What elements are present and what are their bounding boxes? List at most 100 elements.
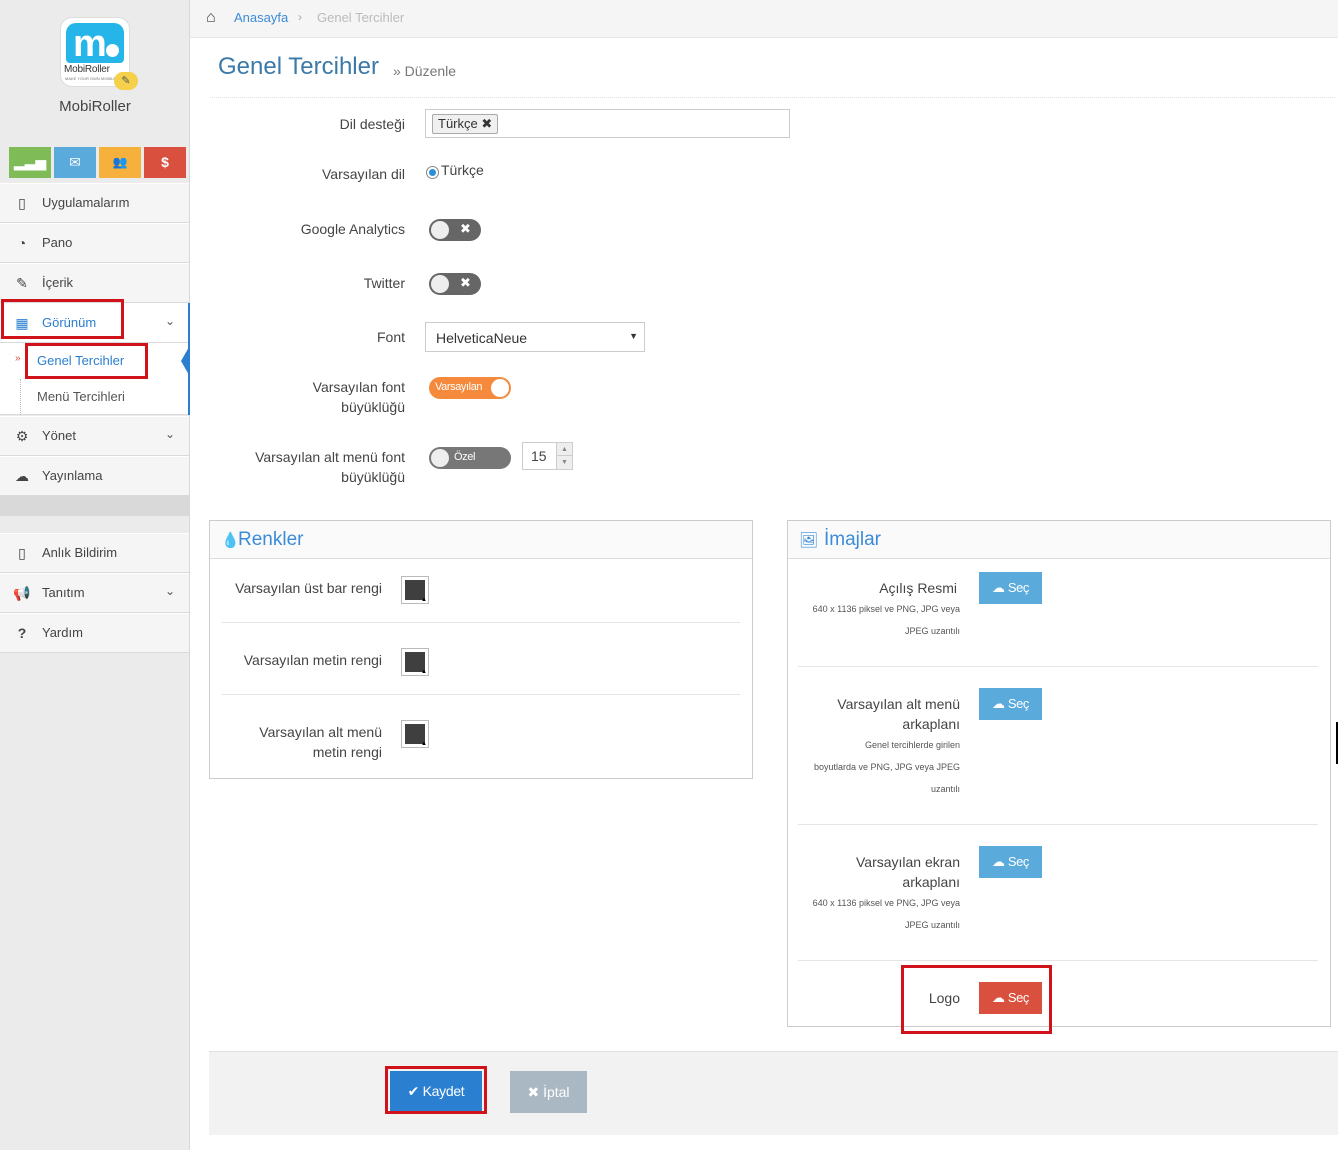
breadcrumb-separator: › <box>298 10 302 24</box>
sidebar-item-anlik-bildirim[interactable]: ▯ Anlık Bildirim <box>0 533 189 573</box>
toggle-text: Varsayılan <box>435 381 483 393</box>
highlight-box-logo <box>901 965 1052 1034</box>
language-support-input[interactable]: Türkçe ✖ <box>425 109 790 138</box>
cancel-button[interactable]: ✖ İptal <box>510 1071 587 1113</box>
sidebar-item-uygulamalarim[interactable]: ▯ Uygulamalarım <box>0 183 189 223</box>
toggle-text: Özel <box>454 451 476 463</box>
sidebar-item-yonet[interactable]: ⚙ Yönet ⌄ <box>0 416 189 456</box>
row-divider <box>798 824 1318 825</box>
sidebar-subitem-label: Menü Tercihleri <box>37 389 125 404</box>
caret-icon: ▲ <box>421 669 427 675</box>
font-select[interactable]: HelveticaNeue ▼ <box>425 322 645 352</box>
cloud-icon: ☁ <box>991 696 1005 711</box>
dollar-icon[interactable]: $ <box>144 147 186 178</box>
cloud-icon: ☁ <box>991 854 1005 869</box>
default-font-size-label-line1: Varsayılan font <box>312 379 405 395</box>
select-screen-bg-button[interactable]: ☁ Seç <box>979 846 1042 878</box>
sidebar-item-label: İçerik <box>42 275 74 290</box>
default-font-size-toggle[interactable]: Varsayılan <box>429 377 511 399</box>
sidebar-item-label: Yardım <box>42 625 83 640</box>
pencil-icon[interactable]: ✎ <box>114 72 138 90</box>
sidebar-subitem-menu-tercihleri[interactable]: Menü Tercihleri <box>0 379 189 415</box>
font-select-value: HelveticaNeue <box>436 330 528 346</box>
form-actions-bar <box>209 1051 1338 1135</box>
select-submenu-bg-button[interactable]: ☁ Seç <box>979 688 1042 720</box>
select-splash-button[interactable]: ☁ Seç <box>979 572 1042 604</box>
stepper-down-icon[interactable]: ▼ <box>556 456 572 469</box>
hint-line: boyutlarda ve PNG, JPG veya JPEG <box>813 762 960 772</box>
tree-line <box>20 379 21 415</box>
breadcrumb: ⌂ Anasayfa › Genel Tercihler <box>190 0 1338 38</box>
default-language-radio[interactable] <box>426 166 439 179</box>
hint-line: JPEG uzantılı <box>904 626 960 636</box>
stepper-value: 15 <box>531 448 547 464</box>
users-icon[interactable]: 👥 <box>99 147 141 178</box>
cloud-icon: ☁ <box>991 580 1005 595</box>
title-divider <box>210 97 1335 98</box>
question-icon: ? <box>17 625 27 641</box>
row-divider <box>798 666 1318 667</box>
label-line1: Varsayılan ekran <box>855 854 960 870</box>
images-panel-header: 🖼 İmajlar <box>788 521 1330 559</box>
twitter-toggle[interactable]: ✖ <box>429 273 481 295</box>
toggle-knob <box>431 449 449 467</box>
signal-icon[interactable]: ▂▃▅ <box>9 147 51 178</box>
dashboard-icon: ◔ <box>17 235 27 251</box>
sidebar-item-label: Yayınlama <box>42 468 103 483</box>
hint-line: 640 x 1136 piksel ve PNG, JPG veya <box>812 898 960 908</box>
mobile-icon: ▯ <box>18 545 26 561</box>
default-language-label: Varsayılan dil <box>321 166 405 182</box>
button-label: Seç <box>1007 854 1030 869</box>
sidebar-item-tanitim[interactable]: 📢 Tanıtım ⌄ <box>0 573 189 613</box>
twitter-label: Twitter <box>363 275 405 291</box>
colors-panel-header: 💧 Renkler <box>210 521 752 559</box>
chevron-down-icon: ⌄ <box>164 314 175 328</box>
label-line1: Varsayılan alt menü <box>837 696 960 712</box>
default-font-size-label: Varsayılan font büyüklüğü <box>313 377 405 417</box>
image-hint-submenu-bg: Genel tercihlerde girilen boyutlarda ve … <box>814 734 960 800</box>
tint-drop-icon: 💧 <box>221 532 240 549</box>
toggle-knob <box>431 221 449 239</box>
label-line2: arkaplanı <box>902 874 960 890</box>
default-font-size-label-line2: büyüklüğü <box>341 399 405 415</box>
chevron-down-icon: ⌄ <box>164 427 175 441</box>
home-icon[interactable]: ⌂ <box>206 9 216 27</box>
sidebar-item-label: Uygulamalarım <box>42 195 130 210</box>
submenu-font-size-toggle[interactable]: Özel <box>429 447 511 469</box>
color-swatch-top-bar[interactable]: ▲ <box>401 576 429 604</box>
button-label: Seç <box>1007 580 1030 595</box>
sidebar: m MobiRoller MAKE YOUR OWN MOBILE ✎ Mobi… <box>0 0 190 1150</box>
breadcrumb-home-link[interactable]: Anasayfa <box>234 10 288 25</box>
sidebar-item-label: Tanıtım <box>42 585 85 600</box>
image-label-splash: Açılış Resmi <box>879 580 957 596</box>
caret-icon: ▲ <box>421 597 427 603</box>
color-swatch-text[interactable]: ▲ <box>401 648 429 676</box>
chevron-right-icon: » <box>15 353 21 364</box>
submenu-font-size-stepper[interactable]: 15 ▲ ▼ <box>522 442 573 470</box>
sidebar-active-rule <box>188 303 190 415</box>
sidebar-item-pano[interactable]: ◔ Pano <box>0 223 189 263</box>
label-line2: arkaplanı <box>902 716 960 732</box>
sidebar-item-yardim[interactable]: ? Yardım <box>0 613 189 653</box>
images-panel-title: İmajlar <box>824 529 882 550</box>
sidebar-item-label: Anlık Bildirim <box>42 545 118 560</box>
image-hint-screen-bg: 640 x 1136 piksel ve PNG, JPG veya JPEG … <box>813 892 960 936</box>
google-analytics-toggle[interactable]: ✖ <box>429 219 481 241</box>
envelope-icon[interactable]: ✉ <box>54 147 96 178</box>
hint-line: Genel tercihlerde girilen <box>864 740 960 750</box>
sidebar-item-yayinlama[interactable]: ☁ Yayınlama <box>0 456 189 496</box>
cloud-upload-icon: ☁ <box>15 468 29 484</box>
sidebar-item-icerik[interactable]: ✎ İçerik <box>0 263 189 303</box>
default-language-option[interactable]: Türkçe <box>441 162 484 178</box>
stepper-up-icon[interactable]: ▲ <box>556 443 572 456</box>
caret-icon: ▲ <box>421 741 427 747</box>
row-divider <box>222 622 740 623</box>
row-divider <box>798 960 1318 961</box>
color-label-line2: metin rengi <box>312 744 382 760</box>
close-icon: ✖ <box>460 275 471 290</box>
bullhorn-icon: 📢 <box>13 585 31 601</box>
breadcrumb-current: Genel Tercihler <box>317 10 405 25</box>
language-tag[interactable]: Türkçe ✖ <box>432 114 499 134</box>
color-swatch-submenu-text[interactable]: ▲ <box>401 720 429 748</box>
close-icon: ✖ <box>460 221 471 236</box>
